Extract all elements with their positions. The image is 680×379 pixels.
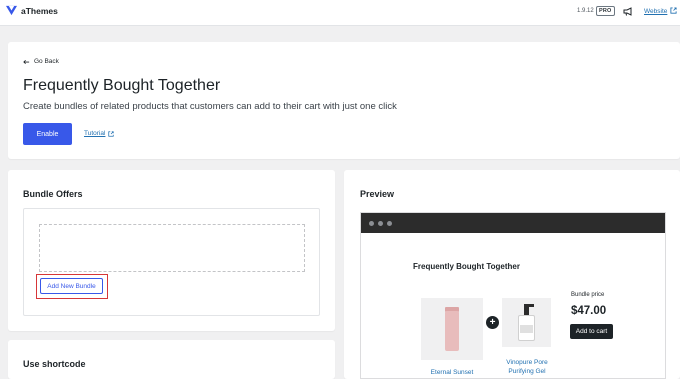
product-image-1 xyxy=(421,298,483,360)
external-link-icon xyxy=(670,7,677,14)
module-header-card: Go Back Frequently Bought Together Creat… xyxy=(8,42,680,159)
pro-badge: PRO xyxy=(596,6,615,16)
product-name-1[interactable]: Eternal Sunset xyxy=(417,369,487,376)
go-back-label: Go Back xyxy=(34,58,59,65)
shortcode-card: Use shortcode xyxy=(8,340,335,379)
add-new-bundle-button[interactable]: Add New Bundle xyxy=(40,278,103,294)
go-back-link[interactable]: Go Back xyxy=(23,58,59,65)
window-dot xyxy=(369,221,374,226)
product-name-2[interactable]: Vinopure Pore Purifying Gel xyxy=(497,358,557,376)
version-number: 1.9.12 xyxy=(577,8,594,14)
arrow-left-icon xyxy=(23,59,30,64)
top-bar: aThemes 1.9.12 PRO Website xyxy=(0,0,680,26)
tutorial-label: Tutorial xyxy=(84,130,106,137)
bundle-offers-card: Bundle Offers Add New Bundle xyxy=(8,170,335,331)
preview-card: Preview Frequently Bought Together + Ete… xyxy=(344,170,680,379)
bottle-body xyxy=(445,311,459,351)
preview-frame: Frequently Bought Together + Eternal Sun… xyxy=(360,212,666,379)
page-title: Frequently Bought Together xyxy=(23,77,221,94)
bundle-offers-title: Bundle Offers xyxy=(23,189,83,199)
add-to-cart-button[interactable]: Add to cart xyxy=(570,324,613,339)
bundle-placeholder xyxy=(39,224,305,272)
highlight-box: Add New Bundle xyxy=(36,274,108,299)
window-dot xyxy=(378,221,383,226)
tutorial-link[interactable]: Tutorial xyxy=(84,130,115,137)
website-link[interactable]: Website xyxy=(644,8,667,15)
bottle-label xyxy=(520,325,533,333)
bundle-list: Add New Bundle xyxy=(23,208,320,316)
product-image-2 xyxy=(502,298,551,347)
browser-bar xyxy=(361,213,665,233)
bundle-price-label: Bundle price xyxy=(571,292,605,298)
athemes-logo-icon xyxy=(6,5,17,16)
page-description: Create bundles of related products that … xyxy=(23,101,397,112)
shortcode-title: Use shortcode xyxy=(23,359,86,369)
athemes-logo[interactable]: aThemes xyxy=(6,5,58,16)
window-dot xyxy=(387,221,392,226)
plus-icon: + xyxy=(486,316,499,329)
bundle-price: $47.00 xyxy=(571,305,607,317)
widget-title: Frequently Bought Together xyxy=(413,262,520,271)
external-link-icon xyxy=(108,130,115,137)
megaphone-icon[interactable] xyxy=(623,7,633,16)
brand-name: aThemes xyxy=(21,5,58,16)
preview-title: Preview xyxy=(360,189,395,199)
enable-button[interactable]: Enable xyxy=(23,123,72,145)
